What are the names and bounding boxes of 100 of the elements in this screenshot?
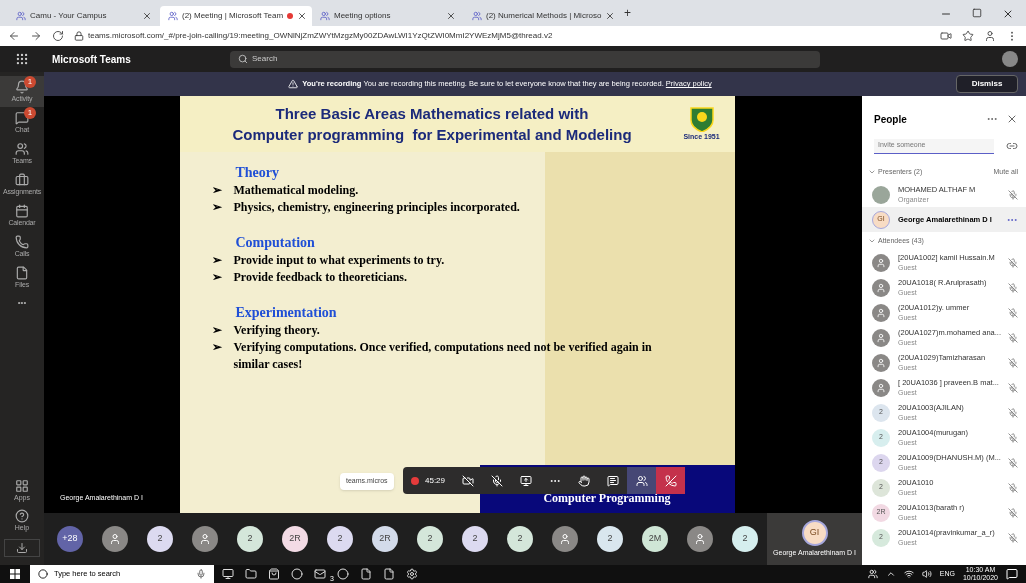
participants-icon (635, 474, 648, 487)
tab-title: Meeting options (334, 10, 392, 22)
tab-title: Camu - Your Campus (30, 10, 108, 22)
person-avatar (872, 378, 890, 397)
browser-icon[interactable] (291, 568, 303, 580)
rail-item-icon (15, 204, 29, 218)
initials-avatar: 2 (732, 526, 758, 552)
mic-off-icon (1008, 507, 1018, 518)
slide-heading: Computation (235, 234, 316, 252)
tray-expand-icon[interactable] (885, 569, 896, 579)
mic-off-icon (1008, 382, 1018, 393)
initials-avatar: 2 (147, 526, 173, 552)
address-bar[interactable]: teams.microsoft.com/_#/pre-join-calling/19:meeting_OWNlNjZmZWYtMzgzMy00ZDAwLWI1YzQtZWI0MmI2YWEzMjM5@thread.v2 (74, 30, 930, 42)
slide-title: Computer programming for Experimental and Modeling (232, 125, 632, 145)
slide-bullet: Verifying theory. (233, 322, 321, 339)
share-icon (519, 474, 532, 487)
call-timer: 45:29 (425, 474, 446, 487)
profile-icon[interactable] (984, 30, 996, 42)
slide-bullet: Provide feedback to theoreticians. (233, 269, 409, 286)
star-icon[interactable] (962, 30, 974, 42)
hang-up-icon (664, 474, 677, 487)
settings-icon[interactable] (406, 568, 418, 580)
mic-off-icon (1008, 332, 1018, 343)
microphone-icon[interactable] (196, 569, 206, 579)
notification-badge: 1 (24, 107, 36, 119)
download-button[interactable] (4, 539, 40, 557)
rail-item-icon (15, 508, 29, 523)
bullet-marker: ➢ (211, 322, 222, 339)
camera-off-icon (461, 474, 474, 487)
initials-avatar: 2 (507, 526, 533, 552)
reload-icon[interactable] (52, 30, 64, 42)
download-icon (16, 542, 28, 554)
browser-tab[interactable]: (2) Meeting | Microsoft Team (160, 6, 312, 26)
notification-badge: 1 (24, 76, 36, 88)
task-view-icon[interactable] (222, 568, 234, 580)
initials-avatar: 2 (237, 526, 263, 552)
notifications-icon[interactable] (1006, 568, 1018, 580)
app-title: Microsoft Teams (51, 52, 132, 67)
bullet-marker: ➢ (211, 182, 222, 199)
bullet-marker: ➢ (211, 199, 222, 216)
slide-bullet: Provide input to what experiments to try. (233, 252, 446, 269)
person-avatar (872, 328, 890, 347)
windows-logo-icon[interactable] (10, 569, 20, 579)
slide-bullet: Verifying computations. Once verified, computations need not be verified again in similar cases! (233, 339, 653, 373)
dismiss-button[interactable]: Dismiss (956, 75, 1018, 93)
raise-hand-icon (577, 474, 590, 487)
slide-bullet: Physics, chemistry, engineering principles incorporated. (233, 199, 521, 216)
chat-icon (606, 474, 619, 487)
search-icon (238, 54, 248, 64)
initials-avatar: 2R (282, 526, 308, 552)
tab-title: (2) Meeting | Microsoft Team (182, 10, 284, 22)
mic-off-icon (1008, 532, 1018, 543)
close-tab-icon[interactable] (142, 11, 152, 21)
close-icon[interactable] (1006, 113, 1018, 125)
tab-favicon-icon (16, 11, 26, 21)
rail-item-icon (15, 266, 29, 280)
camera-icon[interactable] (940, 30, 952, 42)
close-window-icon[interactable] (1002, 8, 1014, 20)
forward-icon[interactable] (30, 30, 42, 42)
network-icon[interactable] (903, 569, 914, 579)
rail-item-icon (15, 142, 29, 156)
hang-up-button[interactable] (656, 467, 686, 494)
mail-icon[interactable] (314, 568, 326, 580)
maximize-icon[interactable] (972, 8, 982, 18)
participants-button[interactable] (627, 467, 657, 494)
collapse-icon[interactable] (868, 237, 876, 245)
document-icon[interactable] (383, 568, 395, 580)
tab-favicon-icon (472, 11, 482, 21)
browser-icon[interactable] (337, 568, 349, 580)
tab-title: (2) Numerical Methods | Microso (486, 10, 602, 22)
initials-avatar: +28 (57, 526, 83, 552)
more-apps-button[interactable]: ••• (17, 297, 27, 309)
rail-item-icon (15, 111, 29, 125)
app-launcher-icon[interactable] (15, 52, 29, 66)
close-tab-icon[interactable] (297, 11, 308, 21)
folder-icon[interactable] (245, 568, 257, 580)
profile-avatar[interactable] (1002, 51, 1018, 67)
panel-title: People (874, 112, 908, 127)
share-link-icon[interactable] (1006, 140, 1018, 152)
bullet-marker: ➢ (211, 339, 222, 356)
mic-off-icon (1008, 457, 1018, 468)
slide-title: Three Basic Areas Mathematics related with (275, 104, 589, 124)
back-icon[interactable] (8, 30, 20, 42)
new-tab-button[interactable]: + (624, 4, 631, 22)
people-icon[interactable] (867, 569, 878, 579)
close-tab-icon[interactable] (446, 11, 456, 21)
slide-bullet: Mathematical modeling. (233, 182, 360, 199)
bag-icon[interactable] (268, 568, 280, 580)
mic-off-icon (1008, 482, 1018, 493)
mic-off-icon (1008, 432, 1018, 443)
close-tab-icon[interactable] (605, 11, 616, 21)
initials-avatar: 2R (372, 526, 398, 552)
document-icon[interactable] (360, 568, 372, 580)
volume-icon[interactable] (921, 569, 932, 579)
lock-icon (74, 31, 84, 41)
person-avatar (872, 303, 890, 322)
search-field[interactable]: Search (230, 50, 820, 68)
collapse-icon[interactable] (868, 168, 876, 176)
initials-avatar: 2 (597, 526, 623, 552)
mic-off-icon (1008, 189, 1018, 200)
